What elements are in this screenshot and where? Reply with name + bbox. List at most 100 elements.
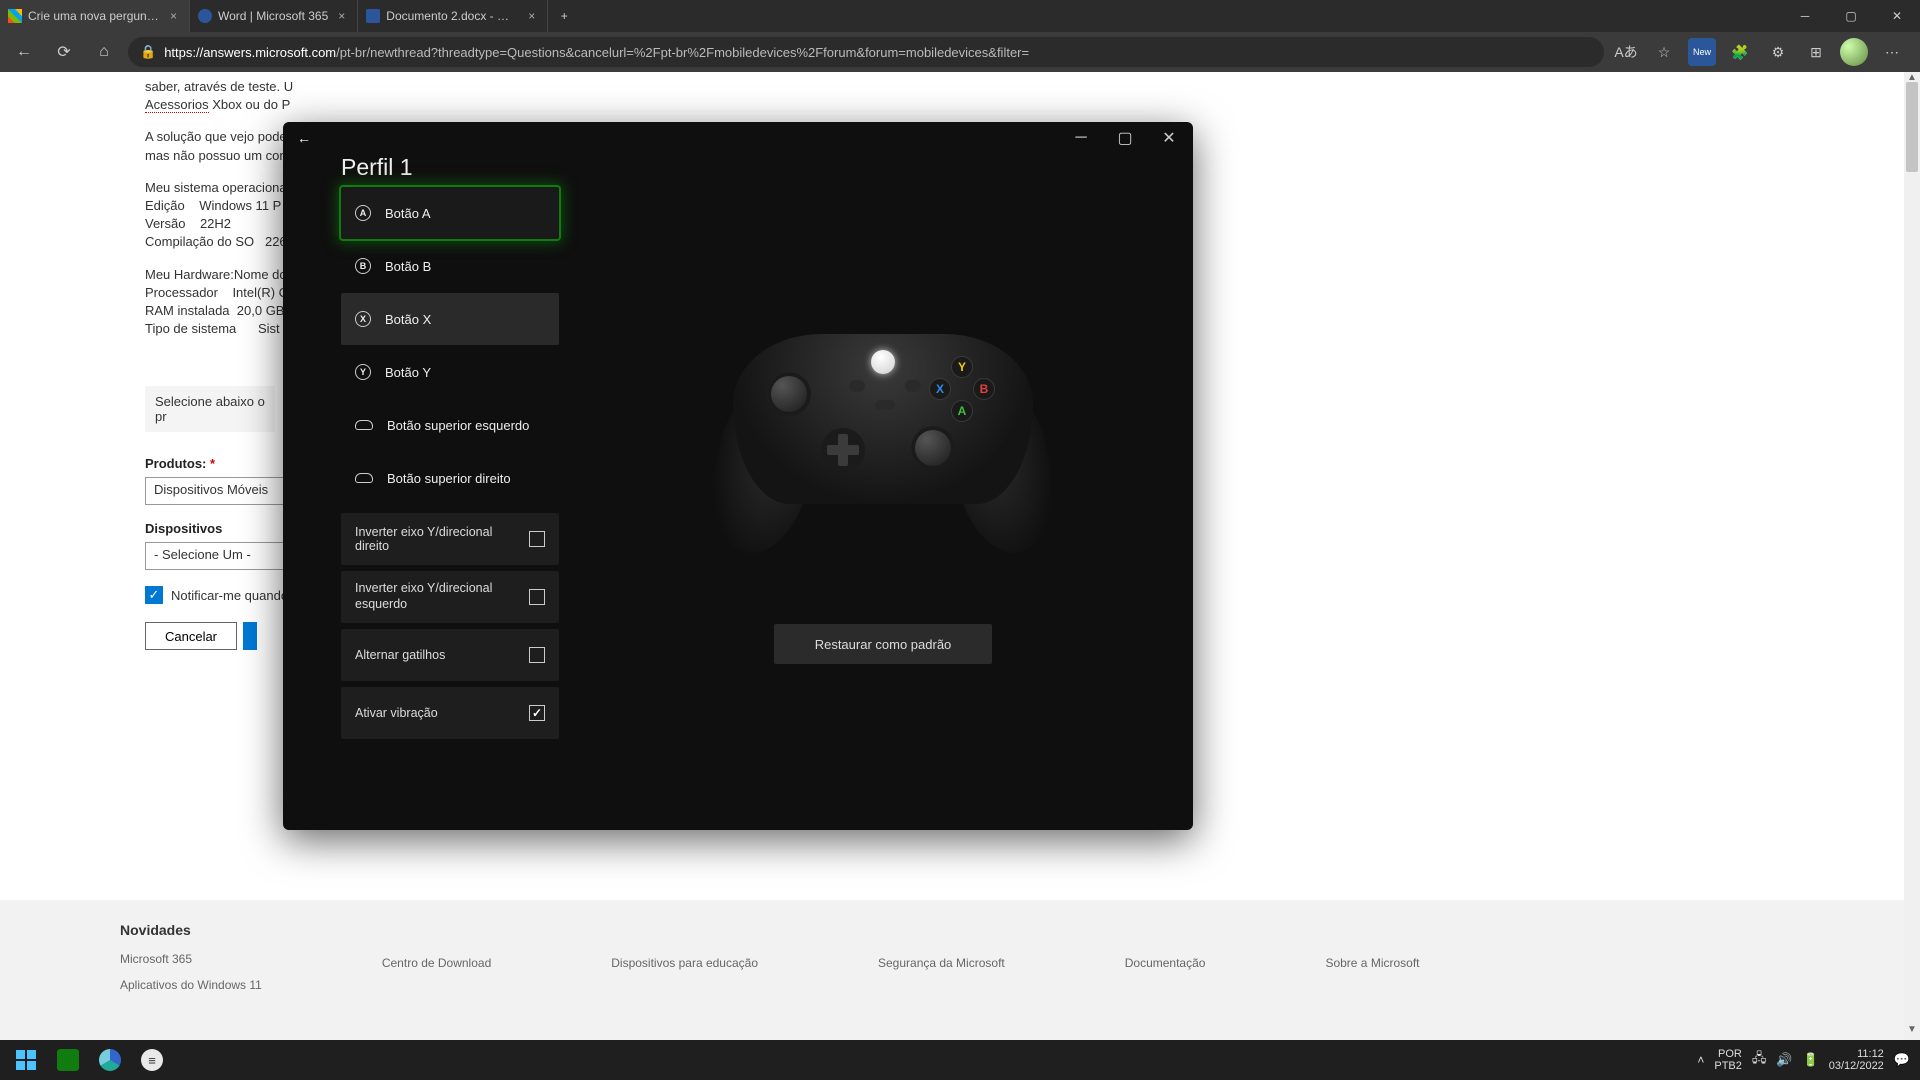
page-footer: Novidades Microsoft 365 Aplicativos do W…	[0, 900, 1920, 1040]
window-maximize-button[interactable]: ▢	[1103, 123, 1147, 153]
face-button-icon: B	[355, 258, 371, 274]
face-y-icon: Y	[951, 356, 973, 378]
back-button[interactable]: ←	[297, 130, 311, 146]
footer-link[interactable]: Segurança da Microsoft	[878, 956, 1005, 970]
scrollbar-thumb[interactable]	[1906, 82, 1918, 172]
toggle-label: Inverter eixo Y/direcional direito	[355, 525, 505, 553]
language-indicator[interactable]: PORPTB2	[1714, 1048, 1742, 1072]
footer-link[interactable]: Sobre a Microsoft	[1325, 956, 1419, 970]
footer-link[interactable]: Aplicativos do Windows 11	[120, 978, 262, 992]
tab-label: Crie uma nova pergunta ou inici	[28, 9, 160, 23]
notifications-icon[interactable]: 💬	[1894, 1052, 1910, 1068]
app-button[interactable]: ≡	[132, 1040, 172, 1080]
remap-button-item[interactable]: Botão superior esquerdo	[341, 399, 559, 451]
word-icon	[198, 9, 212, 23]
url-path: /pt-br/newthread?threadtype=Questions&ca…	[336, 45, 1029, 60]
tray-overflow-icon[interactable]: ˄	[1697, 1053, 1704, 1067]
clock[interactable]: 11:1203/12/2022	[1829, 1048, 1884, 1072]
face-x-icon: X	[929, 378, 951, 400]
page-scrollbar[interactable]: ▲ ▼	[1904, 72, 1920, 1040]
toggle-item[interactable]: Inverter eixo Y/direcional direito	[341, 513, 559, 565]
body-text: Edição	[145, 198, 185, 213]
footer-link[interactable]: Documentação	[1125, 956, 1206, 970]
profile-avatar[interactable]	[1840, 38, 1868, 66]
close-icon[interactable]: ×	[334, 9, 349, 23]
tab-2[interactable]: Word | Microsoft 365 ×	[190, 0, 358, 32]
face-button-icon: Y	[355, 364, 371, 380]
checkbox-icon[interactable]	[529, 705, 545, 721]
word-doc-icon	[366, 9, 380, 23]
close-icon[interactable]: ×	[524, 9, 539, 23]
tab-3[interactable]: Documento 2.docx - Microsoft W ×	[358, 0, 548, 32]
section-hint: Selecione abaixo o pr	[145, 386, 275, 432]
submit-button[interactable]	[243, 622, 257, 650]
favorite-icon[interactable]: ☆	[1650, 38, 1678, 66]
volume-icon[interactable]: 🔊	[1776, 1052, 1792, 1068]
refresh-button[interactable]: ⟳	[48, 36, 80, 68]
back-button[interactable]: ←	[8, 36, 40, 68]
tab-1[interactable]: Crie uma nova pergunta ou inici ×	[0, 0, 190, 32]
footer-link[interactable]: Microsoft 365	[120, 952, 262, 966]
checkbox-icon[interactable]	[529, 647, 545, 663]
footer-link[interactable]: Centro de Download	[382, 956, 491, 970]
toggle-item[interactable]: Ativar vibração	[341, 687, 559, 739]
start-button[interactable]	[6, 1040, 46, 1080]
address-bar[interactable]: 🔒 https://answers.microsoft.com/pt-br/ne…	[128, 37, 1604, 67]
remap-button-label: Botão Y	[385, 365, 431, 380]
dpad-icon	[821, 428, 865, 472]
toggle-item[interactable]: Inverter eixo Y/direcional esquerdo	[341, 571, 559, 623]
share-button-icon	[875, 400, 895, 410]
controller-image: Y X B A	[713, 314, 1053, 564]
collections-icon[interactable]: ⊞	[1802, 38, 1830, 66]
toggle-label: Alternar gatilhos	[355, 648, 445, 662]
remap-button-label: Botão X	[385, 312, 431, 327]
new-tab-button[interactable]: +	[548, 9, 580, 23]
home-button[interactable]: ⌂	[88, 36, 120, 68]
window-minimize-button[interactable]: ─	[1782, 0, 1828, 32]
ms-logo-icon	[8, 9, 22, 23]
tab-label: Word | Microsoft 365	[218, 9, 328, 23]
footer-link[interactable]: Dispositivos para educação	[611, 956, 758, 970]
notify-checkbox[interactable]: ✓	[145, 586, 163, 604]
toggle-label: Ativar vibração	[355, 706, 438, 720]
body-text: RAM instalada	[145, 303, 230, 318]
toggle-item[interactable]: Alternar gatilhos	[341, 629, 559, 681]
notify-label: Notificar-me quando	[171, 588, 288, 603]
remap-button-item[interactable]: BBotão B	[341, 240, 559, 292]
view-button-icon	[849, 380, 865, 392]
edge-app-button[interactable]	[90, 1040, 130, 1080]
xbox-accessories-window: ← ─ ▢ ✕ Perfil 1 ABotão ABBotão BXBotão …	[283, 122, 1193, 830]
body-text: Meu sistema operaciona	[145, 180, 287, 195]
cancel-button[interactable]: Cancelar	[145, 622, 237, 650]
window-close-button[interactable]: ✕	[1874, 0, 1920, 32]
extension-new-icon[interactable]: New	[1688, 38, 1716, 66]
spellcheck-word: Acessorios	[145, 97, 209, 113]
face-a-icon: A	[951, 400, 973, 422]
checkbox-icon[interactable]	[529, 589, 545, 605]
settings-icon[interactable]: ⚙	[1764, 38, 1792, 66]
xbox-app-button[interactable]	[48, 1040, 88, 1080]
remap-button-item[interactable]: Y Botão Y	[341, 346, 559, 398]
remap-button-item[interactable]: Botão superior direito	[341, 452, 559, 504]
remap-button-item[interactable]: XBotão X	[341, 293, 559, 345]
body-text: Windows 11 P	[199, 198, 281, 213]
close-icon[interactable]: ×	[166, 9, 181, 23]
window-close-button[interactable]: ✕	[1147, 123, 1191, 153]
window-minimize-button[interactable]: ─	[1059, 123, 1103, 153]
url-host: https://answers.microsoft.com	[164, 45, 336, 60]
body-text: Xbox ou do P	[209, 97, 291, 112]
toggle-label: Inverter eixo Y/direcional esquerdo	[355, 581, 505, 612]
remap-button-item[interactable]: ABotão A	[341, 187, 559, 239]
more-icon[interactable]: ⋯	[1878, 38, 1906, 66]
window-maximize-button[interactable]: ▢	[1828, 0, 1874, 32]
network-icon[interactable]: 🖧	[1752, 1049, 1767, 1071]
read-aloud-icon[interactable]: Aあ	[1612, 38, 1640, 66]
restore-default-button[interactable]: Restaurar como padrão	[774, 624, 992, 664]
battery-icon[interactable]: 🔋	[1803, 1052, 1819, 1068]
taskbar: ≡ ˄ PORPTB2 🖧 🔊 🔋 11:1203/12/2022 💬	[0, 1040, 1920, 1080]
scroll-down-arrow-icon[interactable]: ▼	[1904, 1024, 1920, 1040]
checkbox-icon[interactable]	[529, 531, 545, 547]
body-text: saber, através de teste. U	[145, 79, 293, 94]
body-text: 22H2	[200, 216, 231, 231]
extensions-icon[interactable]: 🧩	[1726, 38, 1754, 66]
